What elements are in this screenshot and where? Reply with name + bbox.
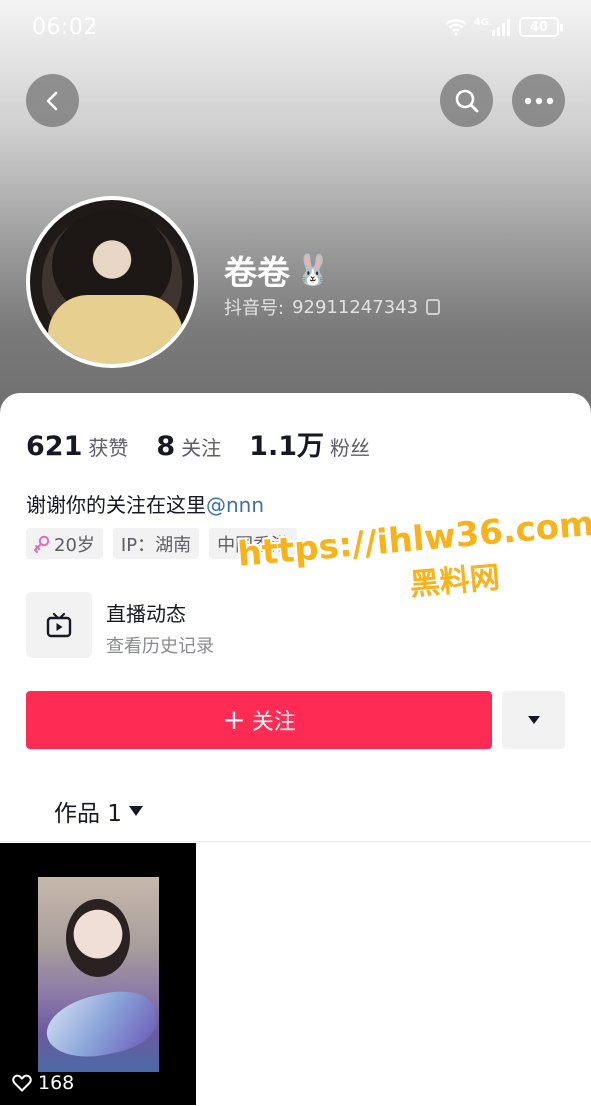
bio: 谢谢你的关注在这里@nnn [26,489,264,518]
tab-works-label: 作品 1 [54,801,122,827]
plus-icon: + [222,703,246,736]
stat-following[interactable]: 8 关注 [156,431,221,462]
stat-followers-label: 粉丝 [330,436,371,460]
thumbnail-spaceship [40,984,162,1066]
profile-name-text: 卷卷 [224,253,290,292]
caret-down-icon [128,806,143,816]
chevron-left-icon [46,91,57,110]
status-time: 06:02 [32,15,98,40]
avatar-scarf [48,295,183,364]
avatar[interactable] [26,196,198,368]
follow-button-label: 关注 [251,710,296,735]
bio-text: 谢谢你的关注在这里 [26,493,206,517]
ip-tag: IP：湖南 [112,528,200,559]
stat-likes-label: 获赞 [88,436,129,460]
female-icon [34,535,50,553]
douyin-id-label: 抖音号: [224,298,285,319]
status-bar: 06:02 4G 40 [0,0,591,58]
age-tag-label: 20岁 [54,534,95,556]
age-tag: 20岁 [26,528,103,559]
follow-button[interactable]: + 关注 [26,691,492,749]
video-like-count-value: 168 [38,1072,75,1094]
video-thumbnail-image [38,877,162,1072]
video-thumbnail[interactable] [0,843,196,1105]
stat-following-value: 8 [156,431,176,462]
stat-followers-value: 1.1万 [249,431,325,462]
live-history-icon-box[interactable] [26,592,92,658]
stats-row: 621 获赞 8 关注 1.1万 粉丝 [26,424,398,463]
video-like-count: 168 [12,1072,74,1094]
tab-works[interactable]: 作品 1 [54,794,144,828]
follow-options-button[interactable] [502,691,565,749]
bio-mention-link[interactable]: @nnn [206,493,264,517]
search-button[interactable] [440,74,493,127]
heart-icon [12,1074,32,1092]
stat-likes: 621 获赞 [26,431,128,462]
network-type: 4G [473,17,489,28]
more-button[interactable] [512,74,565,127]
signal-icon [492,19,510,36]
ip-tag-label: IP：湖南 [120,534,192,556]
thumbnail-figure [66,899,130,977]
more-dots-icon [524,97,553,104]
back-button[interactable] [26,74,79,127]
wifi-icon [445,18,467,36]
stat-followers[interactable]: 1.1万 粉丝 [249,424,370,463]
douyin-id-row[interactable]: 抖音号: 92911247343 [224,294,441,320]
tv-icon [46,612,72,638]
status-icons: 4G 40 [444,17,563,37]
profile-name: 卷卷 🐰 [224,246,331,294]
stat-likes-value: 621 [26,431,83,462]
tab-divider [0,841,591,842]
live-history-title[interactable]: 直播动态 [106,598,186,627]
rabbit-emoji-icon: 🐰 [294,252,332,288]
battery-icon: 40 [519,17,563,37]
battery-level: 40 [529,19,549,35]
copy-icon[interactable] [426,299,441,315]
live-history-subtitle[interactable]: 查看历史记录 [106,632,214,658]
douyin-id-value: 92911247343 [292,296,419,318]
stat-following-label: 关注 [181,436,222,460]
search-icon [455,89,478,112]
caret-down-icon [527,716,540,724]
